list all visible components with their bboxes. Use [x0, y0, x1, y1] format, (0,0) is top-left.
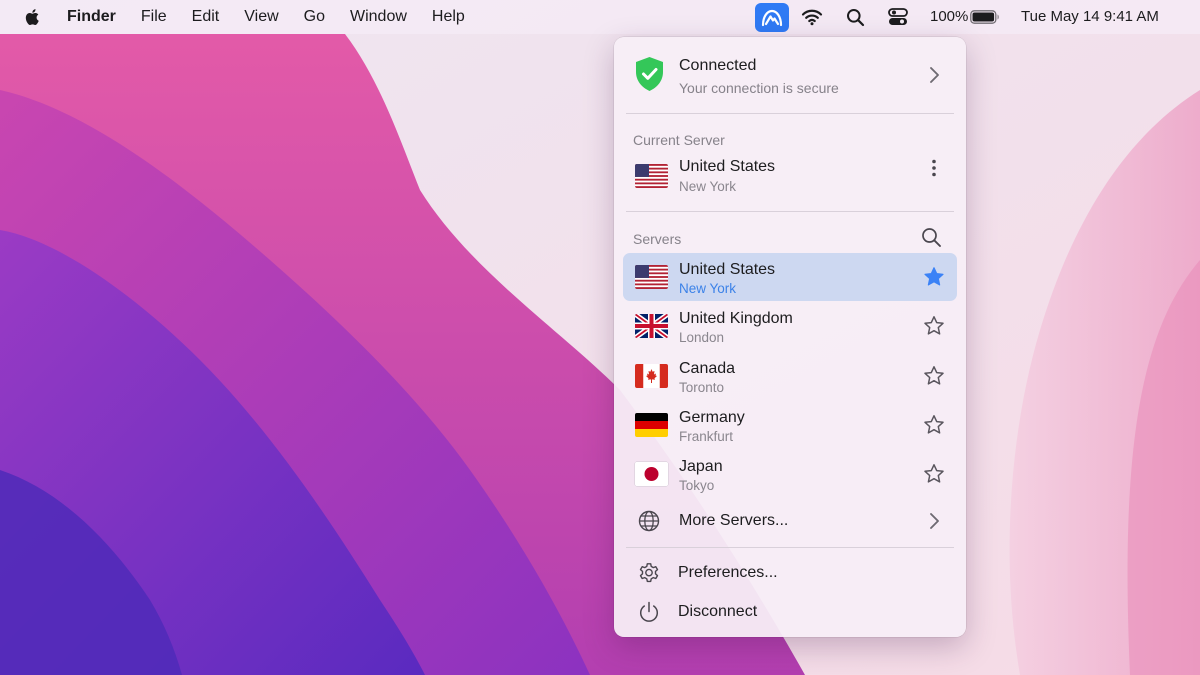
menu-help[interactable]: Help — [432, 8, 465, 26]
de-flag-icon — [635, 413, 668, 437]
menu-bar: Finder File Edit View Go Window Help 100… — [0, 0, 1200, 34]
connection-status-subtitle: Your connection is secure — [679, 80, 839, 96]
current-server-country: United States — [679, 158, 776, 175]
menu-go[interactable]: Go — [304, 8, 325, 26]
disconnect-button[interactable]: Disconnect — [623, 594, 957, 630]
server-city: New York — [679, 281, 737, 296]
menu-window[interactable]: Window — [350, 8, 407, 26]
menu-bar-menus: Finder File Edit View Go Window Help — [67, 0, 490, 34]
server-country: United States — [679, 261, 776, 278]
star-icon[interactable] — [923, 365, 945, 387]
connection-status-row[interactable]: Connected Your connection is secure — [614, 37, 966, 113]
battery-percent: 100% — [930, 8, 969, 25]
server-city: London — [679, 330, 725, 345]
divider — [626, 547, 954, 548]
power-icon — [640, 601, 658, 622]
server-row-japan[interactable]: Japan Tokyo — [623, 450, 957, 498]
vpn-status-item[interactable] — [755, 3, 789, 32]
us-flag-icon — [635, 265, 668, 289]
jp-flag-icon — [635, 462, 668, 486]
server-row-united-kingdom[interactable]: United Kingdom London — [623, 302, 957, 350]
preferences-button[interactable]: Preferences... — [623, 555, 957, 591]
control-center-icon[interactable] — [888, 7, 908, 27]
divider — [626, 211, 954, 212]
vpn-mountain-icon — [761, 9, 783, 26]
star-icon[interactable] — [923, 315, 945, 337]
server-row-united-states[interactable]: United States New York — [623, 253, 957, 301]
menu-bar-clock[interactable]: Tue May 14 9:41 AM — [1021, 0, 1159, 34]
server-country: Germany — [679, 409, 745, 426]
menu-file[interactable]: File — [141, 8, 167, 26]
gear-icon — [639, 563, 659, 583]
server-city: Toronto — [679, 380, 725, 395]
disconnect-label: Disconnect — [678, 603, 758, 620]
server-city: Tokyo — [679, 478, 715, 493]
divider — [626, 113, 954, 114]
vpn-menu-popover: Connected Your connection is secure Curr… — [614, 37, 966, 637]
shield-check-icon — [636, 57, 663, 91]
menu-edit[interactable]: Edit — [192, 8, 220, 26]
star-icon[interactable] — [923, 414, 945, 436]
server-city: Frankfurt — [679, 429, 734, 444]
current-server-row[interactable]: United States New York — [623, 155, 957, 199]
desktop-wallpaper — [0, 0, 1200, 675]
chevron-right-icon — [930, 67, 939, 83]
more-servers-label: More Servers... — [679, 512, 789, 529]
ca-flag-icon — [635, 364, 668, 388]
more-servers-button[interactable]: More Servers... — [623, 503, 957, 539]
battery-icon[interactable] — [970, 10, 1000, 24]
search-icon[interactable] — [921, 227, 942, 248]
server-country: Canada — [679, 360, 736, 377]
more-vertical-icon[interactable] — [924, 158, 944, 178]
current-server-city: New York — [679, 179, 737, 194]
apple-logo-icon[interactable] — [23, 7, 43, 27]
star-filled-icon[interactable] — [923, 266, 945, 288]
server-country: Japan — [679, 458, 723, 475]
server-row-canada[interactable]: Canada Toronto — [623, 352, 957, 400]
search-icon[interactable] — [846, 8, 865, 27]
menu-app-name[interactable]: Finder — [67, 8, 116, 26]
gb-flag-icon — [635, 314, 668, 338]
star-icon[interactable] — [923, 463, 945, 485]
us-flag-icon — [635, 164, 668, 188]
current-server-label: Current Server — [633, 132, 725, 148]
chevron-right-icon — [930, 513, 939, 529]
preferences-label: Preferences... — [678, 564, 778, 581]
connection-status-title: Connected — [679, 57, 757, 74]
menu-view[interactable]: View — [244, 8, 278, 26]
server-row-germany[interactable]: Germany Frankfurt — [623, 401, 957, 449]
server-country: United Kingdom — [679, 310, 793, 327]
servers-label: Servers — [633, 231, 682, 247]
wifi-icon[interactable] — [801, 8, 823, 26]
globe-icon — [638, 510, 660, 532]
